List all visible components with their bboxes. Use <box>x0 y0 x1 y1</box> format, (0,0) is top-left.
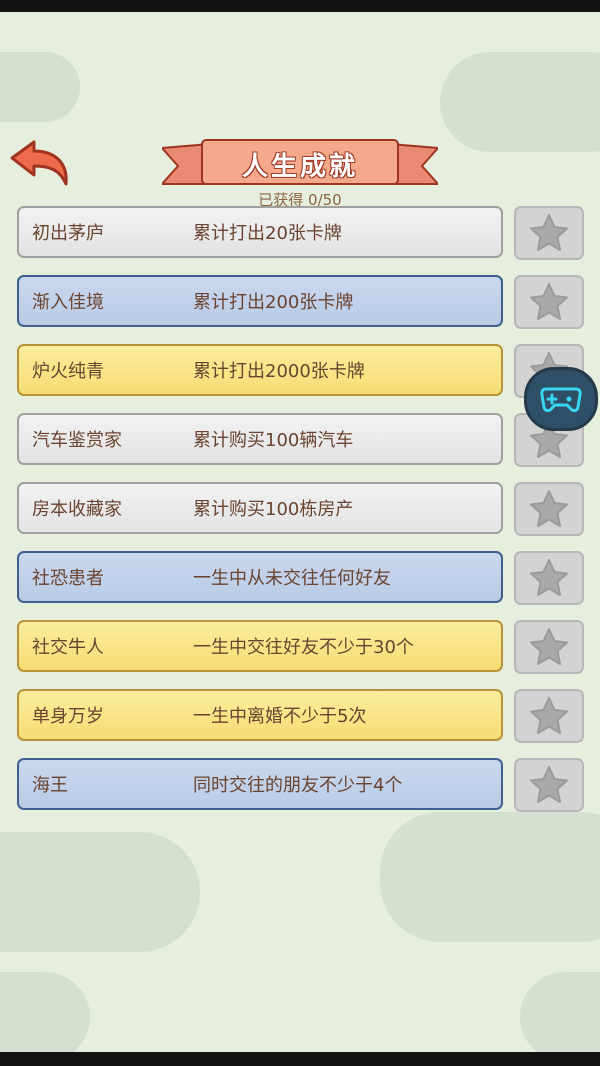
achievement-row: 渐入佳境 累计打出200张卡牌 <box>0 275 600 331</box>
achievement-card[interactable]: 社交牛人 一生中交往好友不少于30个 <box>17 620 503 672</box>
achievement-description: 累计购买100辆汽车 <box>193 430 354 451</box>
achievement-row: 初出茅庐 累计打出20张卡牌 <box>0 206 600 262</box>
star-icon <box>530 766 568 803</box>
achievement-description: 一生中从未交往任何好友 <box>193 568 391 589</box>
achievement-description: 累计打出200张卡牌 <box>193 292 354 313</box>
background-blob <box>0 972 90 1052</box>
achievement-card[interactable]: 社恐患者 一生中从未交往任何好友 <box>17 551 503 603</box>
achievement-row: 汽车鉴赏家 累计购买100辆汽车 <box>0 413 600 469</box>
background-blob <box>0 52 80 122</box>
achievement-card[interactable]: 初出茅庐 累计打出20张卡牌 <box>17 206 503 258</box>
achievement-star-badge <box>514 206 584 260</box>
achievement-card[interactable]: 炉火纯青 累计打出2000张卡牌 <box>17 344 503 396</box>
achievements-screen: 人生成就 已获得 0/50 初出茅庐 累计打出20张卡牌 渐入佳境 累计打出200张卡… <box>0 12 600 1052</box>
achievement-name: 房本收藏家 <box>32 499 122 520</box>
achievement-description: 累计打出2000张卡牌 <box>193 361 365 382</box>
achievement-star-badge <box>514 620 584 674</box>
background-blob <box>380 812 600 942</box>
achievement-row: 社恐患者 一生中从未交往任何好友 <box>0 551 600 607</box>
back-button[interactable] <box>6 138 76 194</box>
achievement-row: 单身万岁 一生中离婚不少于5次 <box>0 689 600 745</box>
gamepad-button[interactable] <box>524 367 598 431</box>
achievement-star-badge <box>514 551 584 605</box>
achievement-name: 炉火纯青 <box>32 361 104 382</box>
background-blob <box>0 832 200 952</box>
star-icon <box>530 697 568 734</box>
achievement-description: 一生中交往好友不少于30个 <box>193 637 414 658</box>
achievement-name: 初出茅庐 <box>32 223 104 244</box>
achievement-card[interactable]: 单身万岁 一生中离婚不少于5次 <box>17 689 503 741</box>
page-title: 人生成就 <box>241 152 358 182</box>
achievement-star-badge <box>514 275 584 329</box>
achievement-row: 海王 同时交往的朋友不少于4个 <box>0 758 600 814</box>
achievement-name: 单身万岁 <box>32 706 104 727</box>
achievement-row: 炉火纯青 累计打出2000张卡牌 <box>0 344 600 400</box>
achievement-star-badge <box>514 689 584 743</box>
title-ribbon: 人生成就 <box>159 138 441 192</box>
achievement-card[interactable]: 渐入佳境 累计打出200张卡牌 <box>17 275 503 327</box>
gamepad-icon <box>540 387 582 413</box>
achievement-description: 同时交往的朋友不少于4个 <box>193 775 403 796</box>
achievement-card[interactable]: 海王 同时交往的朋友不少于4个 <box>17 758 503 810</box>
background-blob <box>440 52 600 152</box>
achievement-description: 累计购买100栋房产 <box>193 499 354 520</box>
achievement-star-badge <box>514 482 584 536</box>
star-icon <box>530 559 568 596</box>
achievement-card[interactable]: 汽车鉴赏家 累计购买100辆汽车 <box>17 413 503 465</box>
achievement-name: 社恐患者 <box>32 568 104 589</box>
back-arrow-icon <box>10 140 68 186</box>
achievement-description: 累计打出20张卡牌 <box>193 223 342 244</box>
background-blob <box>520 972 600 1052</box>
achievement-card[interactable]: 房本收藏家 累计购买100栋房产 <box>17 482 503 534</box>
achievement-description: 一生中离婚不少于5次 <box>193 706 367 727</box>
achievement-name: 汽车鉴赏家 <box>32 430 122 451</box>
achievement-name: 海王 <box>32 775 68 796</box>
star-icon <box>530 283 568 320</box>
achievement-name: 社交牛人 <box>32 637 104 658</box>
star-icon <box>530 628 568 665</box>
star-icon <box>530 490 568 527</box>
achievement-star-badge <box>514 758 584 812</box>
achievement-row: 社交牛人 一生中交往好友不少于30个 <box>0 620 600 676</box>
achievement-name: 渐入佳境 <box>32 292 104 313</box>
star-icon <box>530 214 568 251</box>
achievement-row: 房本收藏家 累计购买100栋房产 <box>0 482 600 538</box>
